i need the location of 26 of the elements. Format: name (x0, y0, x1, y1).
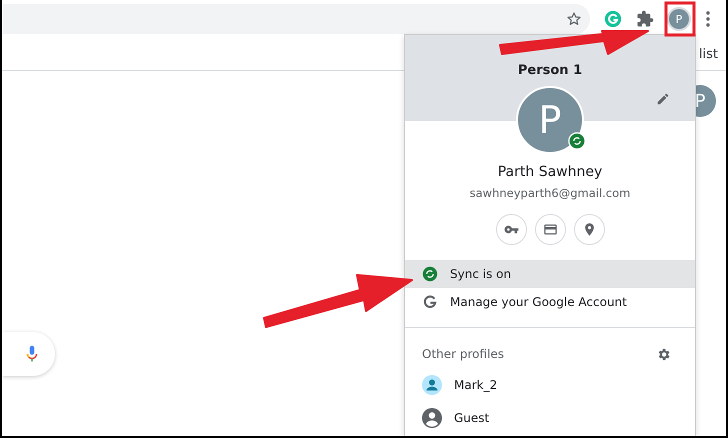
profile-item[interactable]: Guest (405, 402, 695, 434)
card-icon (542, 222, 558, 237)
avatar: P (516, 86, 584, 154)
profile-name: Parth Sawhney (496, 163, 604, 182)
highlight-frame (664, 2, 696, 36)
edit-icon[interactable] (656, 92, 670, 106)
profile-item[interactable]: Mark_2 (405, 369, 695, 401)
microphone-icon[interactable] (26, 344, 38, 364)
passwords-button[interactable] (496, 214, 526, 245)
person-avatar-icon (422, 375, 442, 395)
addresses-button[interactable] (574, 214, 604, 245)
sync-badge-icon (568, 132, 586, 150)
google-g-icon (422, 294, 438, 310)
section-heading: Other profiles (422, 347, 504, 361)
profile-title: Person 1 (518, 63, 582, 79)
bookmark-label[interactable]: list (698, 46, 718, 62)
sync-icon (422, 266, 438, 282)
menu-item[interactable]: Manage your Google Account (405, 288, 695, 316)
puzzle-icon[interactable] (636, 10, 654, 28)
menu-item[interactable]: Sync is on (405, 260, 695, 288)
payment-button[interactable] (534, 214, 566, 245)
guest-avatar-icon (422, 408, 442, 428)
settings-icon[interactable] (656, 346, 671, 362)
star-icon[interactable] (566, 11, 582, 27)
menu-icon[interactable] (706, 11, 710, 27)
profile-email: sawhneyparth6@gmail.com (468, 185, 632, 202)
